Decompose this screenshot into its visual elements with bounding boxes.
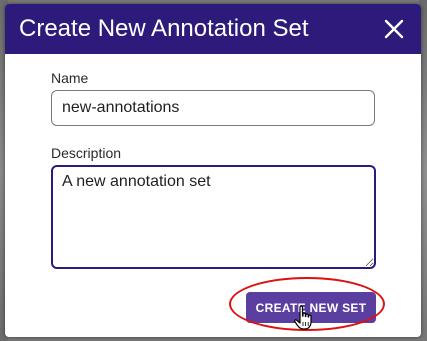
create-new-set-button[interactable]: CREATE NEW SET <box>246 292 376 323</box>
description-label: Description <box>51 145 122 161</box>
close-button[interactable] <box>381 16 407 42</box>
description-textarea[interactable]: A new annotation set <box>51 165 376 269</box>
dialog-header: Create New Annotation Set <box>5 4 421 54</box>
name-label: Name <box>51 70 89 86</box>
create-annotation-set-dialog: Create New Annotation Set Name Descripti… <box>5 4 421 337</box>
name-input[interactable] <box>51 90 375 126</box>
dialog-title: Create New Annotation Set <box>19 15 309 42</box>
close-icon <box>384 19 404 39</box>
